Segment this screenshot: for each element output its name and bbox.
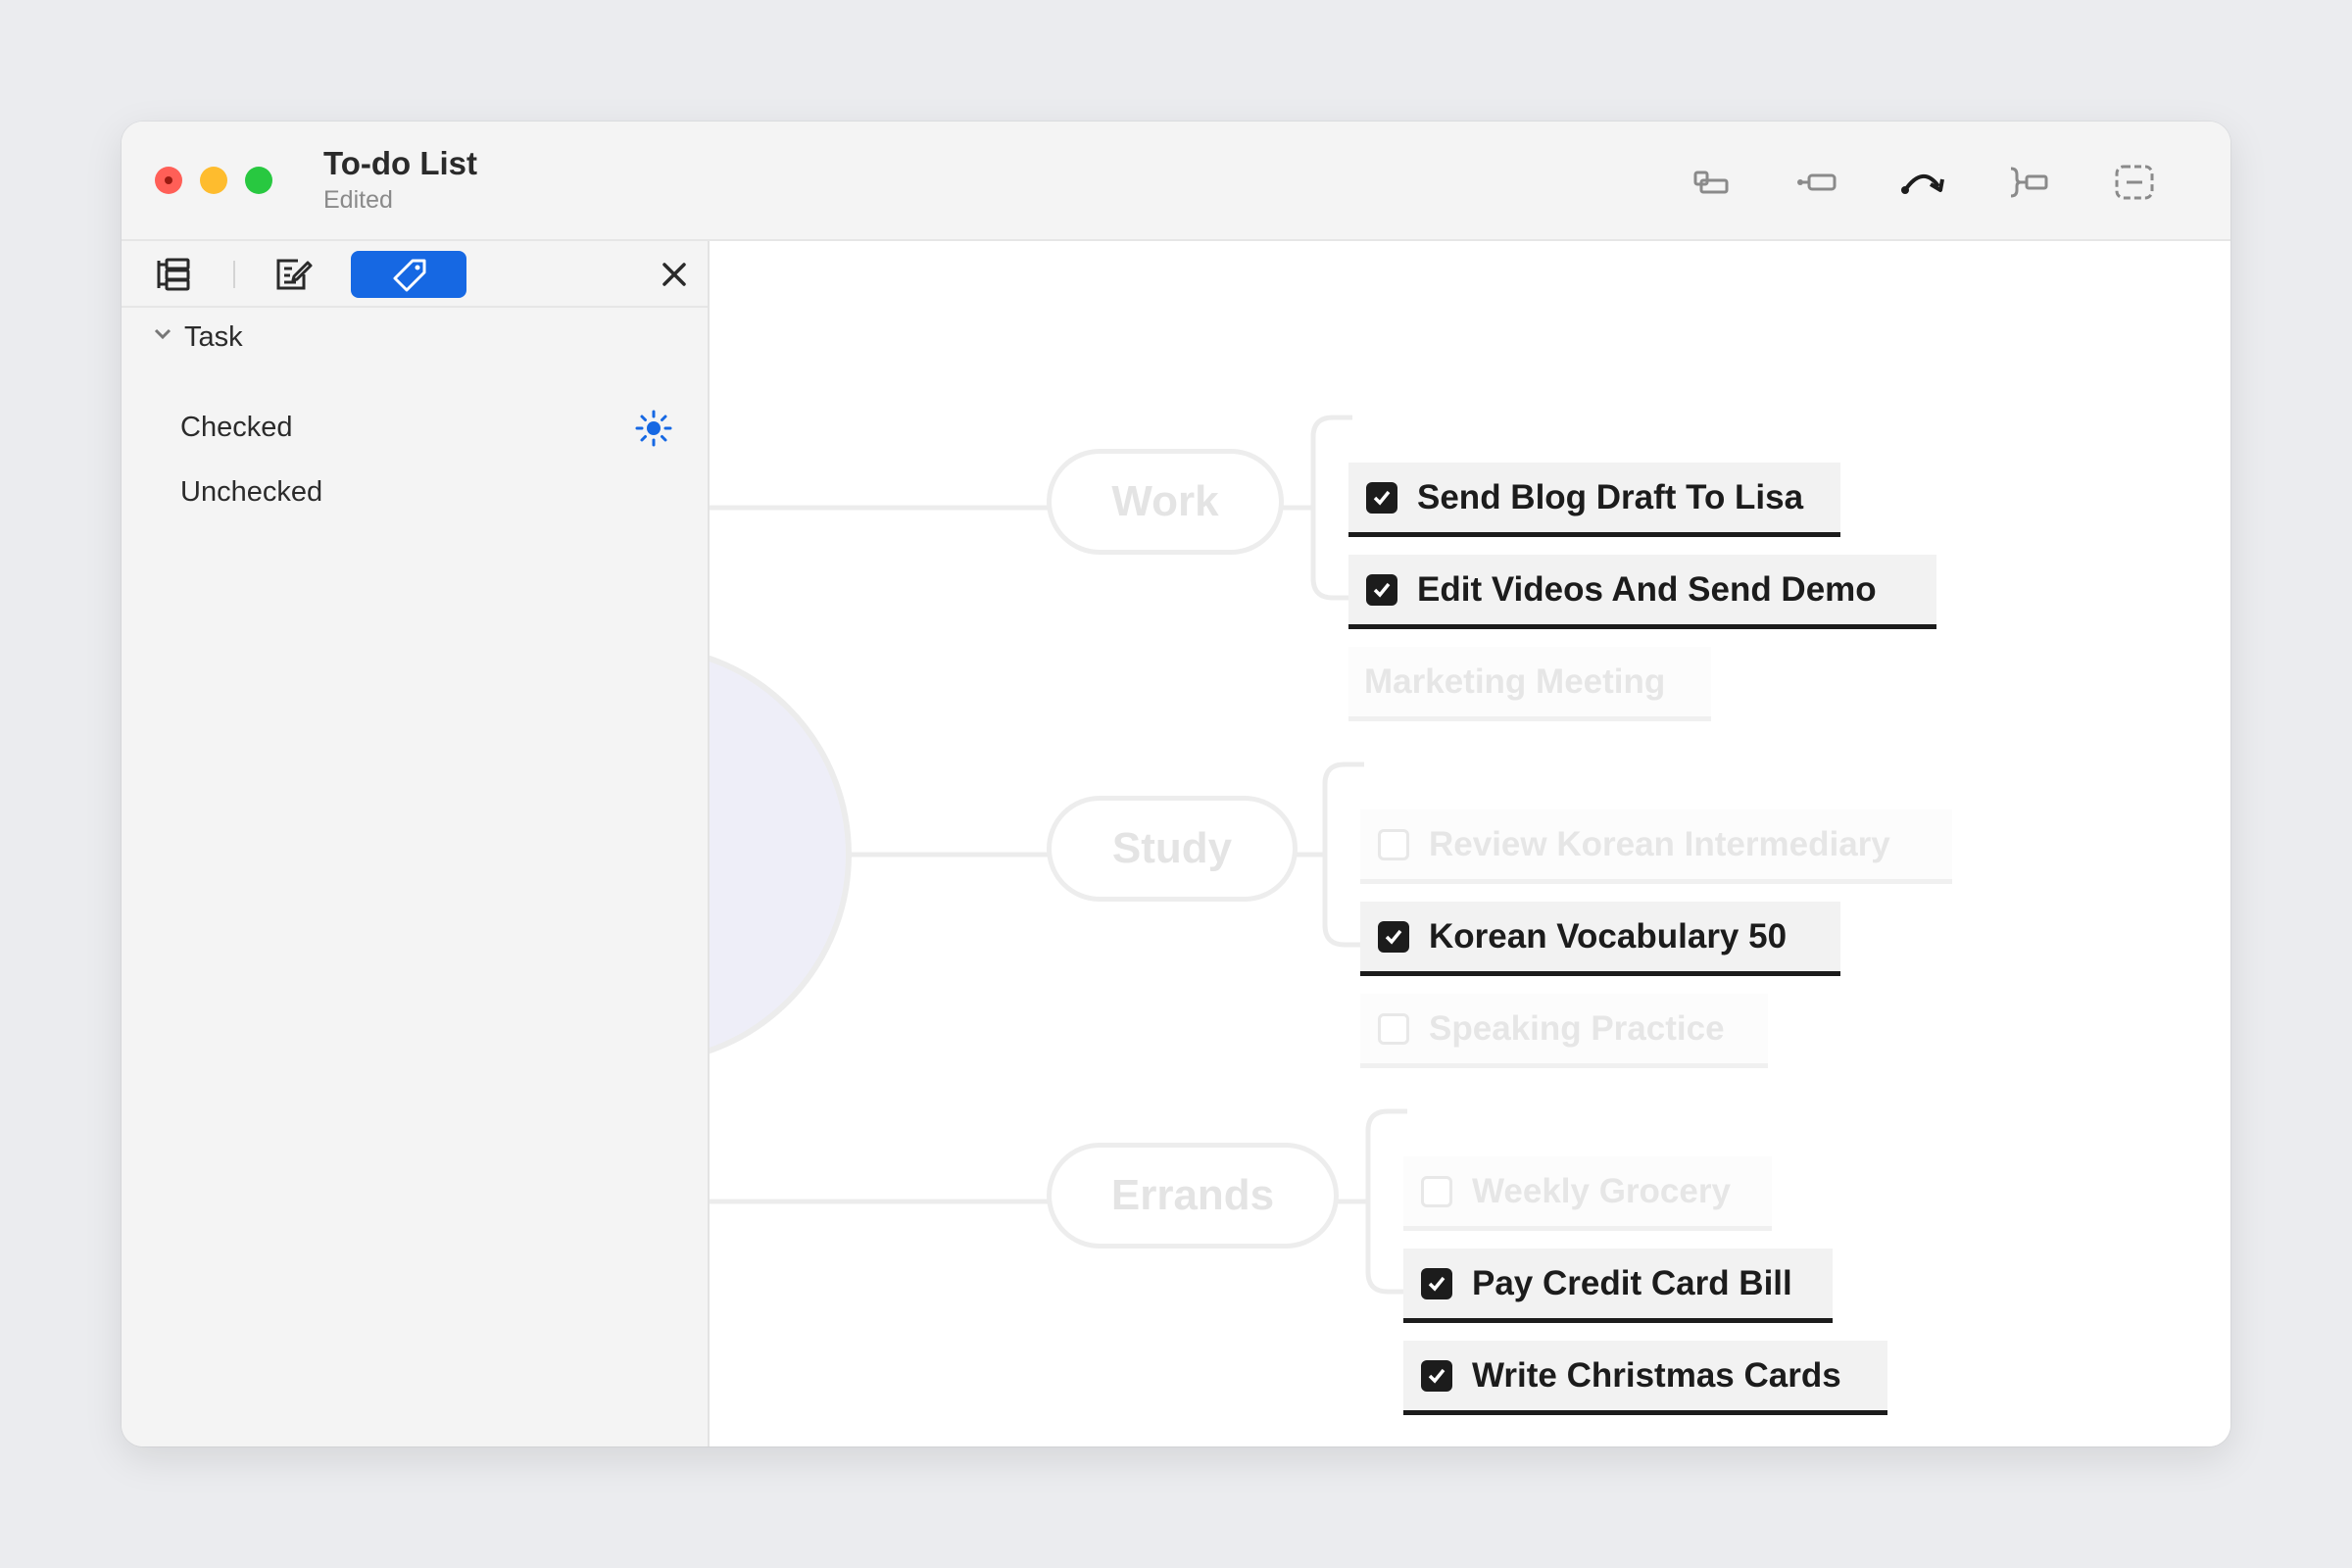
tab-tags[interactable] [351,251,466,298]
topic-icon [1797,173,1837,191]
tree-group-label: Task [184,321,243,353]
relationship-icon [1901,174,1944,194]
task-item[interactable]: Weekly Grocery [1403,1156,1772,1231]
task-item[interactable]: Write Christmas Cards [1403,1341,1887,1415]
task-label: Write Christmas Cards [1472,1355,1841,1395]
task-item[interactable]: Korean Vocabulary 50 [1360,902,1840,976]
checkbox-unchecked-icon[interactable] [1378,828,1409,860]
summary-icon [2010,167,2048,198]
title-bar: To-do List Edited [122,122,2230,241]
summary-button[interactable] [1999,161,2058,204]
sidebar-toolbar [122,241,708,308]
branch-work[interactable]: Work [1047,449,1284,555]
toolbar-divider [233,261,235,288]
task-item[interactable]: Edit Videos And Send Demo [1348,555,1936,629]
outline-icon [157,258,190,291]
close-window-button[interactable] [155,167,182,194]
tree-group-task[interactable]: Task [151,321,243,354]
mindmap-canvas[interactable]: Work Study Errands Send Blog Draft To Li… [710,241,2230,1446]
task-item[interactable]: Review Korean Intermediary [1360,809,1952,884]
document-status: Edited [323,186,393,214]
checkbox-checked-icon[interactable] [1421,1267,1452,1299]
task-item[interactable]: Speaking Practice [1360,994,1768,1068]
task-label: Speaking Practice [1429,1008,1725,1048]
chevron-down-icon [151,321,174,354]
document-title: To-do List [323,145,478,181]
sidebar: Task Checked Unchecked [122,241,710,1446]
note-edit-icon [276,259,313,290]
add-topic-button[interactable] [1788,161,1846,204]
tree-item-checked[interactable]: Checked [180,412,292,444]
close-sidebar-button[interactable] [651,251,698,298]
task-label: Edit Videos And Send Demo [1417,569,1877,609]
checkbox-checked-icon[interactable] [1366,481,1397,514]
app-window: To-do List Edited Task Checked Unchecked… [122,122,2230,1446]
boundary-icon [2115,165,2154,200]
task-label: Weekly Grocery [1472,1171,1731,1210]
task-item[interactable]: Send Blog Draft To Lisa [1348,463,1840,537]
relationship-button[interactable] [1893,161,1952,204]
tree-item-unchecked[interactable]: Unchecked [180,476,322,509]
branch-errands[interactable]: Errands [1047,1143,1339,1249]
task-label: Pay Credit Card Bill [1472,1263,1792,1302]
checkbox-unchecked-icon[interactable] [1378,1012,1409,1045]
boundary-button[interactable] [2105,161,2164,204]
task-label: Korean Vocabulary 50 [1429,916,1788,956]
task-label: Send Blog Draft To Lisa [1417,477,1804,516]
tag-icon [393,259,426,292]
checkbox-checked-icon[interactable] [1421,1359,1452,1392]
task-item[interactable]: Marketing Meeting [1348,647,1711,721]
minimize-window-button[interactable] [200,167,227,194]
add-subtopic-button[interactable] [1682,161,1740,204]
checkbox-checked-icon[interactable] [1366,573,1397,606]
task-label: Marketing Meeting [1364,662,1666,701]
tab-outline[interactable] [151,251,198,298]
central-topic[interactable] [710,647,852,1062]
checkbox-checked-icon[interactable] [1378,920,1409,953]
zoom-window-button[interactable] [245,167,272,194]
sun-icon[interactable] [635,410,672,447]
subtopic-icon [1693,171,1729,194]
task-item[interactable]: Pay Credit Card Bill [1403,1249,1833,1323]
branch-study[interactable]: Study [1047,796,1298,902]
task-label: Review Korean Intermediary [1429,824,1890,863]
checkbox-unchecked-icon[interactable] [1421,1175,1452,1207]
tab-notes[interactable] [269,251,316,298]
close-icon [662,263,686,286]
